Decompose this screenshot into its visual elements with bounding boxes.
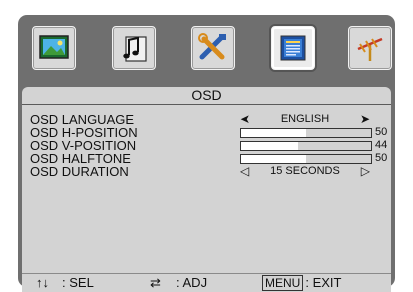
key-hint-bar: ↑↓ : SEL ⇄ : ADJ MENU: EXIT — [22, 273, 391, 292]
setting-row-duration[interactable]: OSD DURATION ◁ 15 SECONDS ▷ — [30, 165, 385, 178]
exit-label: : EXIT — [305, 275, 342, 290]
osd-panel-icon — [280, 35, 306, 61]
language-value: ENGLISH — [280, 113, 330, 125]
v-position-slider[interactable] — [240, 141, 372, 151]
duration-selector[interactable]: ◁ 15 SECONDS ▷ — [240, 165, 370, 177]
menu-tab-audio[interactable] — [112, 26, 156, 70]
menu-icon-bar — [18, 22, 395, 82]
duration-value: 15 SECONDS — [270, 165, 340, 177]
halftone-value: 50 — [375, 152, 388, 164]
setting-label: OSD DURATION — [30, 164, 129, 179]
menu-tab-picture[interactable] — [32, 26, 76, 70]
panel-divider — [22, 104, 391, 105]
slider-fill — [241, 129, 306, 137]
slider-fill — [241, 155, 306, 163]
menu-tab-tools[interactable] — [191, 26, 235, 70]
antenna-icon — [357, 37, 383, 61]
v-position-value: 44 — [375, 139, 388, 151]
menu-tab-osd[interactable] — [271, 26, 315, 70]
up-down-arrows-icon: ↑↓ — [36, 275, 49, 290]
h-position-value: 50 — [375, 126, 388, 138]
panel-title: OSD — [191, 87, 222, 103]
menu-tab-antenna[interactable] — [348, 26, 392, 70]
picture-icon — [39, 35, 69, 59]
arrow-right-outline-icon[interactable]: ▷ — [361, 165, 370, 177]
language-selector[interactable]: ➤ ENGLISH ➤ — [240, 112, 370, 126]
h-position-slider[interactable] — [240, 128, 372, 138]
arrow-right-icon[interactable]: ➤ — [360, 113, 370, 125]
slider-fill — [241, 142, 299, 150]
adj-hint: : ADJ — [176, 275, 208, 290]
tools-icon — [198, 33, 226, 60]
exit-hint: MENU: EXIT — [262, 274, 341, 292]
sel-hint: : SEL — [62, 275, 94, 290]
osd-settings-list: OSD LANGUAGE ➤ ENGLISH ➤ OSD H-POSITION … — [30, 112, 388, 178]
left-right-arrows-icon: ⇄ — [150, 275, 161, 290]
music-note-icon — [123, 36, 147, 62]
menu-key: MENU — [262, 275, 304, 291]
osd-panel: OSD OSD LANGUAGE ➤ ENGLISH ➤ OSD H-POSIT… — [22, 87, 391, 273]
halftone-slider[interactable] — [240, 154, 372, 164]
